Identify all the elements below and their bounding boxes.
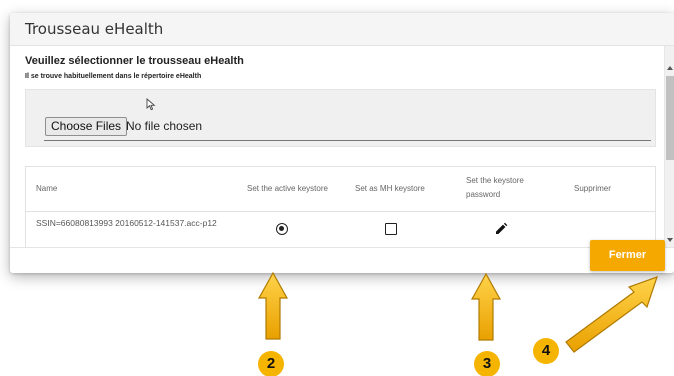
choose-files-button[interactable]: Choose Files: [45, 117, 128, 136]
active-keystore-radio[interactable]: [276, 223, 288, 235]
file-status-text: No file chosen: [126, 119, 203, 133]
cursor-icon: [146, 98, 156, 111]
dialog-title: Trousseau eHealth: [25, 20, 164, 38]
header-name: Name: [36, 184, 58, 193]
close-button[interactable]: Fermer: [590, 240, 665, 271]
dialog-footer: [10, 247, 674, 273]
dialog-header: Trousseau eHealth: [10, 13, 674, 46]
keystore-name: SSIN=66080813993 20160512-141537.acc-p12: [36, 218, 217, 228]
badge-2: 2: [258, 351, 284, 376]
scroll-down-icon[interactable]: [667, 238, 673, 242]
badge-3: 3: [474, 351, 500, 376]
dialog-heading: Veuillez sélectionner le trousseau eHeal…: [25, 55, 244, 67]
scroll-up-icon[interactable]: [667, 66, 673, 70]
dialog-body: Veuillez sélectionner le trousseau eHeal…: [10, 46, 674, 247]
scroll-thumb[interactable]: [666, 76, 674, 160]
table-divider: [26, 211, 655, 212]
arrow-diagonal-4: [565, 276, 658, 353]
badge-4: 4: [533, 338, 559, 364]
header-mh-keystore: Set as MH keystore: [355, 184, 425, 193]
mh-keystore-checkbox[interactable]: [385, 223, 397, 235]
arrow-up-3: [470, 272, 502, 341]
file-input-underline: [44, 140, 651, 141]
dialog-scrollbar[interactable]: [664, 46, 674, 247]
pencil-icon[interactable]: [494, 222, 508, 236]
arrow-up-2: [257, 271, 289, 340]
keystore-table: Name Set the active keystore Set as MH k…: [25, 166, 656, 247]
header-active-keystore: Set the active keystore: [247, 184, 328, 193]
dialog-hint: Il se trouve habituellement dans le répe…: [25, 73, 202, 80]
header-delete: Supprimer: [574, 184, 611, 193]
file-drop-area[interactable]: Choose Files No file chosen: [25, 89, 656, 147]
keystore-dialog: Trousseau eHealth Veuillez sélectionner …: [10, 13, 674, 273]
header-keystore-password: Set the keystore password: [466, 176, 524, 199]
